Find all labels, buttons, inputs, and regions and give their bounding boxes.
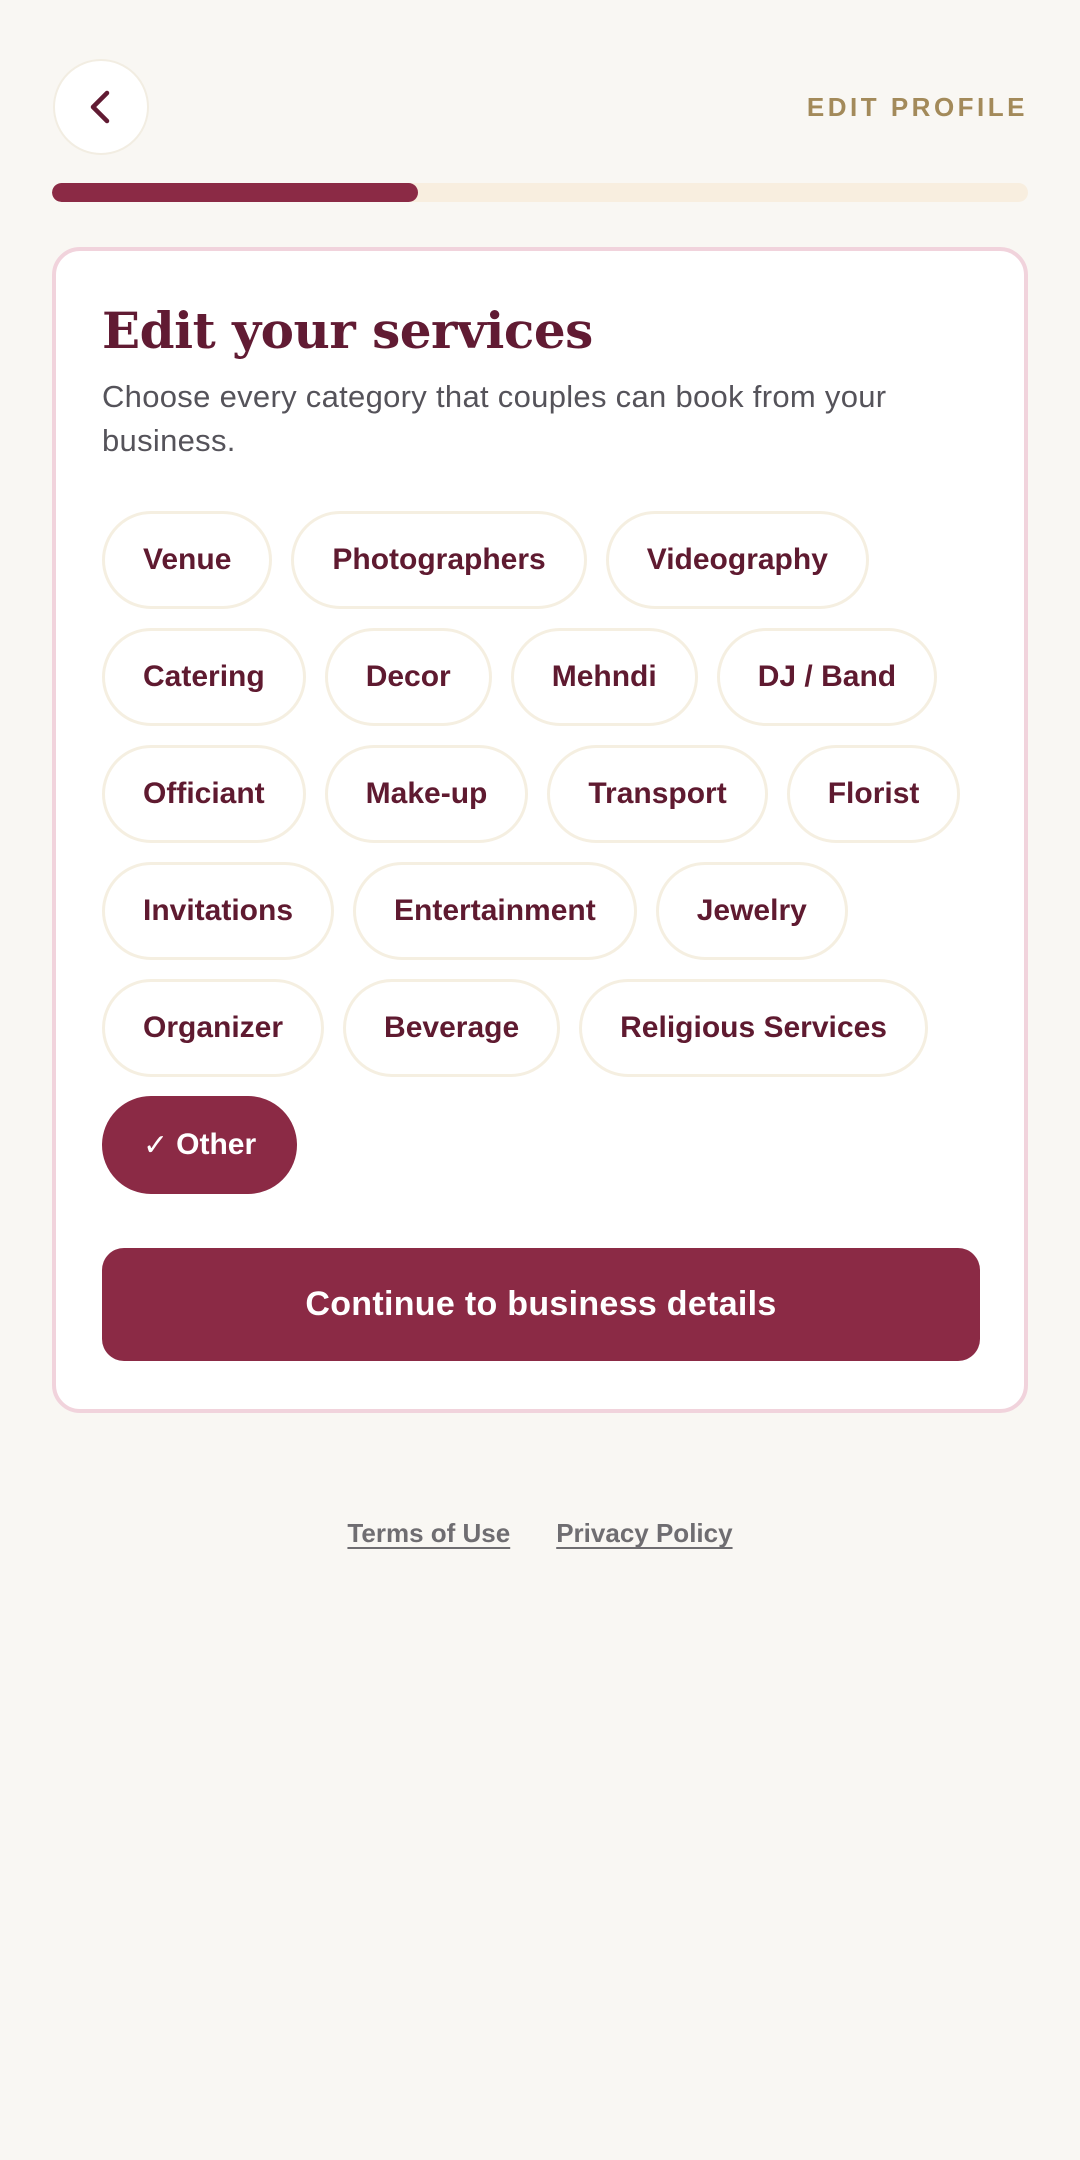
category-chip-label: Venue — [143, 543, 232, 576]
category-chip-label: Officiant — [143, 777, 265, 810]
category-chip-label: Organizer — [143, 1011, 284, 1044]
category-chip-label: Other — [176, 1128, 257, 1161]
category-chip-organizer[interactable]: Organizer — [102, 979, 325, 1077]
category-chip-label: Mehndi — [551, 660, 657, 693]
chevron-left-icon — [90, 90, 110, 124]
category-chip-label: Florist — [827, 777, 920, 810]
edit-profile-label: EDIT PROFILE — [806, 92, 1028, 122]
category-chip-religious-services[interactable]: Religious Services — [579, 979, 928, 1077]
category-chip-videography[interactable]: Videography — [605, 511, 869, 609]
category-chip-entertainment[interactable]: Entertainment — [353, 862, 637, 960]
page-subtitle: Choose every category that couples can b… — [102, 379, 887, 458]
category-chip-label: Videography — [646, 543, 828, 576]
page-title: Edit your services — [102, 301, 593, 360]
category-chip-invitations[interactable]: Invitations — [102, 862, 335, 960]
category-chip-other[interactable]: ✓ Other — [102, 1096, 298, 1194]
category-chip-list: Venue Photographers Videography Catering Dec… — [102, 511, 982, 1194]
category-chip-label: Invitations — [143, 894, 294, 927]
progress-fill — [52, 183, 418, 202]
back-button[interactable] — [53, 59, 149, 155]
category-chip-label: Catering — [143, 660, 265, 693]
category-chip-label: Religious Services — [620, 1011, 887, 1044]
category-chip-mehndi[interactable]: Mehndi — [510, 628, 698, 726]
services-card: Edit your services Choose every category… — [52, 247, 1028, 1413]
category-chip-beverage[interactable]: Beverage — [343, 979, 561, 1077]
continue-button[interactable]: Continue to business details — [102, 1248, 980, 1361]
category-chip-dj-band[interactable]: DJ / Band — [716, 628, 938, 726]
category-chip-label: DJ / Band — [757, 660, 897, 693]
terms-of-use-link[interactable]: Terms of Use — [347, 1518, 510, 1549]
category-chip-jewelry[interactable]: Jewelry — [655, 862, 848, 960]
category-chip-officiant[interactable]: Officiant — [102, 745, 306, 843]
category-chip-label: Decor — [365, 660, 451, 693]
category-chip-label: Entertainment — [394, 894, 596, 927]
category-chip-label: Transport — [588, 777, 727, 810]
category-chip-label: Jewelry — [696, 894, 807, 927]
category-chip-make-up[interactable]: Make-up — [324, 745, 529, 843]
category-chip-label: Photographers — [332, 543, 546, 576]
progress-bar — [52, 183, 1028, 202]
category-chip-label: Beverage — [384, 1011, 520, 1044]
privacy-policy-link[interactable]: Privacy Policy — [556, 1518, 732, 1549]
category-chip-label: Make-up — [365, 777, 488, 810]
category-chip-transport[interactable]: Transport — [547, 745, 768, 843]
category-chip-photographers[interactable]: Photographers — [291, 511, 587, 609]
category-chip-catering[interactable]: Catering — [102, 628, 306, 726]
edit-services-screen: EDIT PROFILE Edit your services Choose e… — [0, 0, 1080, 2160]
check-icon: ✓ — [143, 1128, 169, 1162]
category-chip-decor[interactable]: Decor — [324, 628, 492, 726]
category-chip-florist[interactable]: Florist — [786, 745, 961, 843]
footer-links: Terms of Use Privacy Policy — [0, 1518, 1080, 1549]
category-chip-venue[interactable]: Venue — [102, 511, 273, 609]
